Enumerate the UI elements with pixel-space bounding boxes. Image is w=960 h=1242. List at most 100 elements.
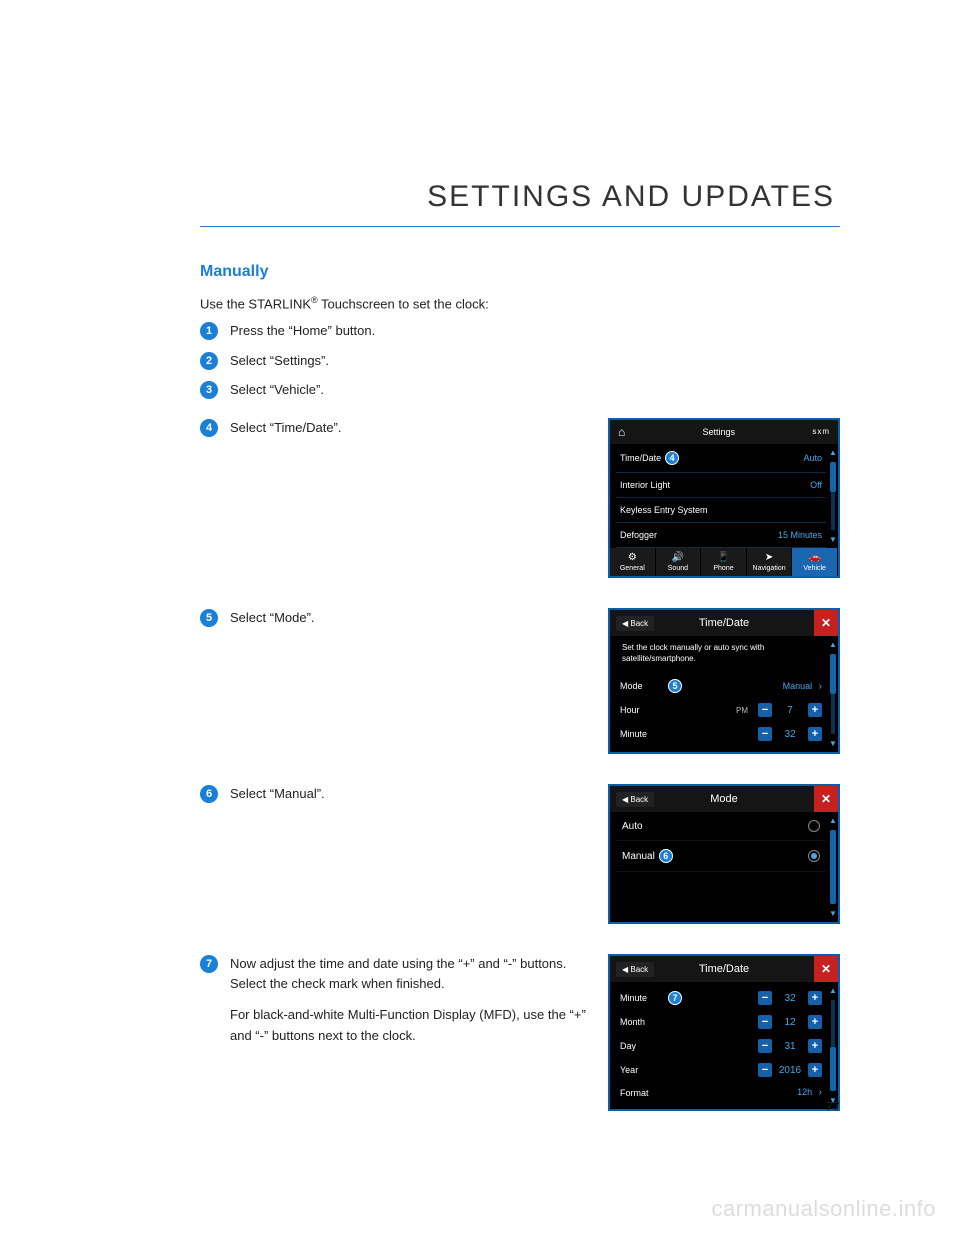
scroll-up-icon[interactable]: ▲ bbox=[829, 986, 837, 995]
adj-year-row: Year − 2016 + bbox=[616, 1058, 826, 1082]
close-button[interactable]: ✕ bbox=[814, 610, 838, 636]
adj-day-label: Day bbox=[620, 1041, 664, 1051]
intro-before: Use the STARLINK bbox=[200, 296, 311, 311]
tab-phone[interactable]: 📱Phone bbox=[701, 548, 747, 576]
scroll-up-icon[interactable]: ▲ bbox=[829, 448, 837, 457]
reg-mark: ® bbox=[311, 295, 318, 305]
step-6-badge: 6 bbox=[200, 785, 218, 803]
scroll-down-icon[interactable]: ▼ bbox=[829, 739, 837, 748]
hour-label: Hour bbox=[620, 705, 664, 715]
step-3-text: Select “Vehicle”. bbox=[230, 380, 324, 400]
back-button[interactable]: ◀ Back bbox=[616, 616, 654, 631]
hour-value: 7 bbox=[778, 705, 802, 716]
scroll-down-icon[interactable]: ▼ bbox=[829, 909, 837, 918]
sxm-label: sxm bbox=[812, 427, 830, 436]
adj-month-plus-button[interactable]: + bbox=[808, 1015, 822, 1029]
timedate-header: ◀ Back Time/Date ✕ bbox=[610, 610, 838, 636]
format-value: 12h bbox=[797, 1087, 812, 1097]
back-button[interactable]: ◀ Back bbox=[616, 962, 654, 977]
minute-plus-button[interactable]: + bbox=[808, 727, 822, 741]
settings-header: ⌂ Settings sxm bbox=[610, 420, 838, 444]
page-number: 77 bbox=[826, 1099, 840, 1114]
row-keyless[interactable]: Keyless Entry System bbox=[616, 498, 826, 523]
step-7: 7 Now adjust the time and date using the… bbox=[200, 954, 588, 993]
callout-6: 6 bbox=[659, 849, 673, 863]
adj-year-plus-button[interactable]: + bbox=[808, 1063, 822, 1077]
tab-navigation[interactable]: ➤Navigation bbox=[747, 548, 793, 576]
tab-navigation-label: Navigation bbox=[753, 565, 786, 572]
step-7-extra: For black-and-white Multi-Function Displ… bbox=[230, 1005, 588, 1047]
step-6-row: 6 Select “Manual”. ◀ Back Mode ✕ Auto Ma… bbox=[200, 784, 840, 924]
mode-row[interactable]: Mode 5 Manual › bbox=[616, 674, 826, 698]
mode-label: Mode bbox=[620, 681, 664, 691]
hour-minus-button[interactable]: − bbox=[758, 703, 772, 717]
adj-minute-minus-button[interactable]: − bbox=[758, 991, 772, 1005]
back-button[interactable]: ◀ Back bbox=[616, 792, 654, 807]
option-manual-label: Manual bbox=[622, 851, 655, 862]
adj-year-minus-button[interactable]: − bbox=[758, 1063, 772, 1077]
option-auto-label: Auto bbox=[622, 821, 643, 832]
tab-sound[interactable]: 🔊Sound bbox=[656, 548, 702, 576]
row-interior-light[interactable]: Interior Light Off bbox=[616, 473, 826, 498]
section-heading: Manually bbox=[200, 263, 840, 281]
radio-auto[interactable] bbox=[808, 820, 820, 832]
close-button[interactable]: ✕ bbox=[814, 956, 838, 982]
callout-5: 5 bbox=[668, 679, 682, 693]
gear-icon: ⚙ bbox=[610, 553, 655, 563]
close-button[interactable]: ✕ bbox=[814, 786, 838, 812]
hour-plus-button[interactable]: + bbox=[808, 703, 822, 717]
mode-title: Mode bbox=[710, 793, 738, 805]
step-6: 6 Select “Manual”. bbox=[200, 784, 588, 804]
row-interior-light-value: Off bbox=[810, 480, 822, 490]
step-4-badge: 4 bbox=[200, 419, 218, 437]
adj-month-minus-button[interactable]: − bbox=[758, 1015, 772, 1029]
mode-scrollbar[interactable]: ▲ ▼ bbox=[830, 816, 836, 918]
timedate-scrollbar[interactable]: ▲ ▼ bbox=[830, 640, 836, 748]
option-manual[interactable]: Manual 6 bbox=[616, 841, 826, 872]
page-title: SETTINGS AND UPDATES bbox=[200, 180, 840, 214]
scroll-down-icon[interactable]: ▼ bbox=[829, 535, 837, 544]
row-time-date-label: Time/Date bbox=[620, 453, 661, 463]
step-7-text: Now adjust the time and date using the “… bbox=[230, 954, 588, 993]
tab-general[interactable]: ⚙General bbox=[610, 548, 656, 576]
radio-manual[interactable] bbox=[808, 850, 820, 862]
hour-row: Hour PM − 7 + bbox=[616, 698, 826, 722]
scroll-up-icon[interactable]: ▲ bbox=[829, 640, 837, 649]
chevron-right-icon: › bbox=[819, 681, 822, 692]
adj-minute-label: Minute bbox=[620, 993, 664, 1003]
timedate-title: Time/Date bbox=[699, 617, 749, 629]
step-3-badge: 3 bbox=[200, 381, 218, 399]
adj-day-plus-button[interactable]: + bbox=[808, 1039, 822, 1053]
timedate-hint: Set the clock manually or auto sync with… bbox=[616, 636, 826, 674]
scroll-up-icon[interactable]: ▲ bbox=[829, 816, 837, 825]
row-time-date[interactable]: Time/Date 4 Auto bbox=[616, 444, 826, 473]
row-defogger[interactable]: Defogger 15 Minutes bbox=[616, 523, 826, 548]
intro-text: Use the STARLINK® Touchscreen to set the… bbox=[200, 295, 840, 311]
step-2: 2 Select “Settings”. bbox=[200, 351, 840, 371]
mode-value: Manual bbox=[783, 681, 813, 691]
adjust-scrollbar[interactable]: ▲ ▼ bbox=[830, 986, 836, 1105]
option-auto[interactable]: Auto bbox=[616, 812, 826, 841]
step-1-text: Press the “Home” button. bbox=[230, 321, 375, 341]
step-7-row: 7 Now adjust the time and date using the… bbox=[200, 954, 840, 1111]
phone-icon: 📱 bbox=[701, 553, 746, 563]
step-4-row: 4 Select “Time/Date”. ⌂ Settings sxm Tim… bbox=[200, 418, 840, 578]
step-2-badge: 2 bbox=[200, 352, 218, 370]
back-label: Back bbox=[630, 795, 648, 804]
adj-day-minus-button[interactable]: − bbox=[758, 1039, 772, 1053]
intro-after: Touchscreen to set the clock: bbox=[318, 296, 489, 311]
settings-title: Settings bbox=[703, 427, 736, 437]
title-rule bbox=[200, 226, 840, 227]
adj-minute-row: Minute 7 − 32 + bbox=[616, 986, 826, 1010]
format-row[interactable]: Format 12h › bbox=[616, 1082, 826, 1103]
step-7-badge: 7 bbox=[200, 955, 218, 973]
timedate-adjust-header: ◀ Back Time/Date ✕ bbox=[610, 956, 838, 982]
settings-scrollbar[interactable]: ▲ ▼ bbox=[830, 448, 836, 544]
home-icon[interactable]: ⌂ bbox=[618, 425, 625, 439]
minute-minus-button[interactable]: − bbox=[758, 727, 772, 741]
tab-vehicle[interactable]: 🚗Vehicle bbox=[792, 548, 838, 576]
hour-ampm: PM bbox=[736, 706, 748, 715]
adj-minute-plus-button[interactable]: + bbox=[808, 991, 822, 1005]
adj-year-label: Year bbox=[620, 1065, 664, 1075]
adj-minute-value: 32 bbox=[778, 993, 802, 1004]
